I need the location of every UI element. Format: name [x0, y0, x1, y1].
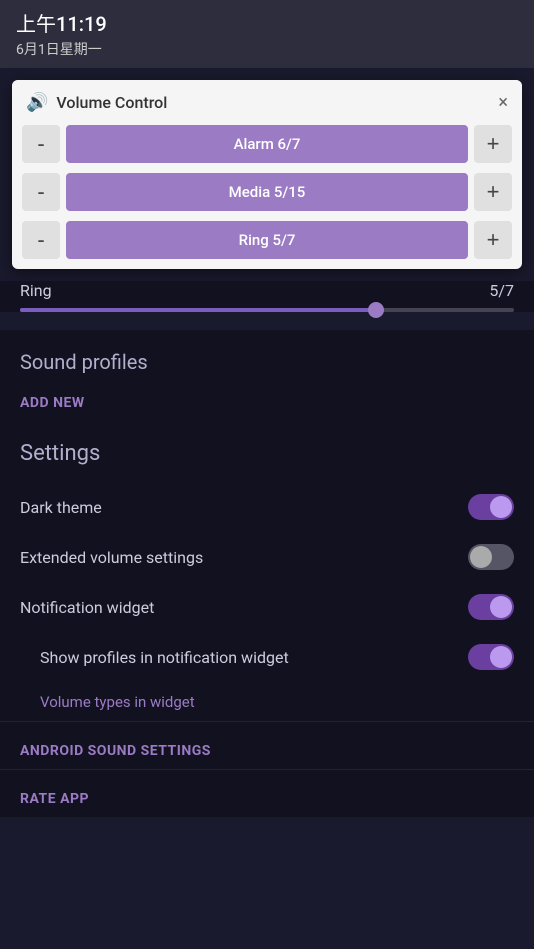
add-new-button[interactable]: ADD NEW — [0, 384, 534, 431]
dark-theme-label: Dark theme — [20, 498, 102, 517]
sound-profiles-title: Sound profiles — [0, 330, 534, 384]
extended-volume-label: Extended volume settings — [20, 548, 203, 567]
android-sound-settings-row[interactable]: ANDROID SOUND SETTINGS — [0, 722, 534, 769]
dark-theme-toggle-thumb — [490, 496, 512, 518]
extended-volume-toggle[interactable] — [468, 544, 514, 570]
dark-theme-toggle[interactable] — [468, 494, 514, 520]
notification-widget-row: Notification widget — [0, 582, 534, 632]
notification-widget-label: Notification widget — [20, 598, 154, 617]
show-profiles-label: Show profiles in notification widget — [40, 648, 289, 667]
ring-decrease-button[interactable]: - — [22, 221, 60, 259]
ring-slider-label-row: Ring 5/7 — [20, 281, 514, 300]
alarm-volume-row: - Alarm 6/7 + — [22, 125, 512, 163]
show-profiles-toggle-thumb — [490, 646, 512, 668]
status-date: 6月1日星期一 — [16, 39, 518, 59]
ring-slider-row: Ring 5/7 — [20, 281, 514, 312]
ring-slider-track[interactable] — [20, 308, 514, 312]
dark-theme-row: Dark theme — [0, 482, 534, 532]
ring-bar: Ring 5/7 — [66, 221, 468, 259]
add-new-label[interactable]: ADD NEW — [20, 395, 85, 411]
extended-volume-toggle-thumb — [470, 546, 492, 568]
volume-dialog: 🔊 Volume Control × - Alarm 6/7 + - Media… — [12, 80, 522, 269]
ring-volume-row: - Ring 5/7 + — [22, 221, 512, 259]
media-increase-button[interactable]: + — [474, 173, 512, 211]
ring-slider-fill — [20, 308, 376, 312]
volume-icon: 🔊 — [26, 92, 48, 113]
android-sound-settings-link[interactable]: ANDROID SOUND SETTINGS — [20, 743, 211, 759]
notification-widget-toggle[interactable] — [468, 594, 514, 620]
alarm-bar: Alarm 6/7 — [66, 125, 468, 163]
volume-dialog-title-group: 🔊 Volume Control — [26, 92, 167, 113]
settings-title: Settings — [0, 431, 534, 482]
extended-volume-row: Extended volume settings — [0, 532, 534, 582]
show-profiles-toggle[interactable] — [468, 644, 514, 670]
status-bar: 上午11:19 6月1日星期一 — [0, 0, 534, 68]
alarm-label: Alarm 6/7 — [234, 135, 301, 153]
volume-dialog-header: 🔊 Volume Control × — [12, 80, 522, 125]
volume-types-link-row[interactable]: Volume types in widget — [0, 682, 534, 721]
ring-label: Ring 5/7 — [239, 231, 296, 249]
ring-increase-button[interactable]: + — [474, 221, 512, 259]
rate-app-row[interactable]: RATE APP — [0, 770, 534, 817]
slider-section: Ring 5/7 — [0, 281, 534, 312]
ring-slider-value: 5/7 — [489, 281, 514, 300]
media-bar: Media 5/15 — [66, 173, 468, 211]
ring-slider-thumb — [368, 302, 384, 318]
volume-dialog-title: Volume Control — [56, 93, 167, 112]
notification-widget-toggle-thumb — [490, 596, 512, 618]
alarm-decrease-button[interactable]: - — [22, 125, 60, 163]
rate-app-link[interactable]: RATE APP — [20, 791, 89, 807]
media-decrease-button[interactable]: - — [22, 173, 60, 211]
ring-slider-label: Ring — [20, 281, 52, 300]
media-label: Media 5/15 — [229, 183, 306, 201]
media-volume-row: - Media 5/15 + — [22, 173, 512, 211]
show-profiles-row: Show profiles in notification widget — [0, 632, 534, 682]
volume-types-link[interactable]: Volume types in widget — [40, 693, 195, 711]
close-icon[interactable]: × — [498, 92, 508, 113]
alarm-increase-button[interactable]: + — [474, 125, 512, 163]
status-time: 上午11:19 — [16, 8, 518, 37]
